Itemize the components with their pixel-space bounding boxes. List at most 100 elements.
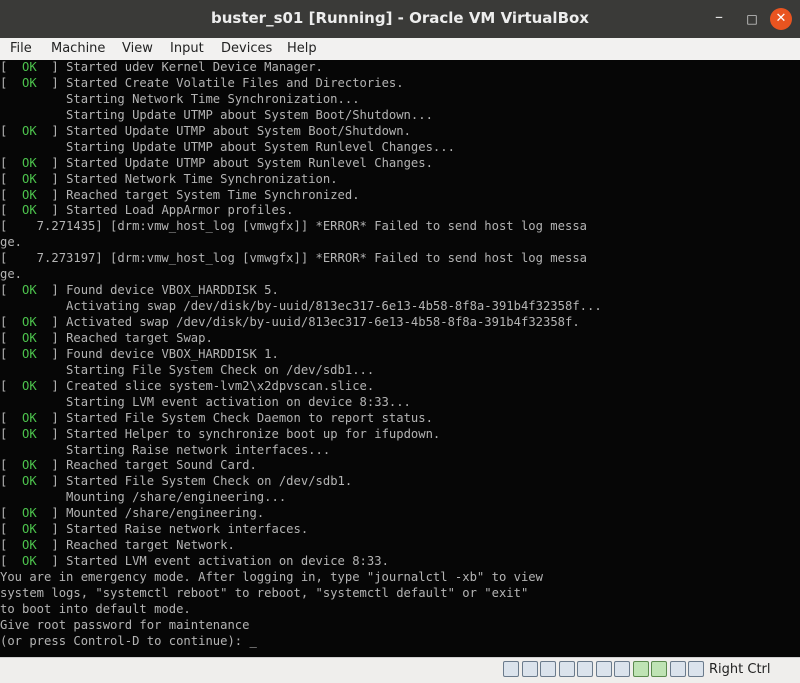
audio-icon[interactable] (540, 661, 556, 677)
console-line-text: Created slice system-lvm2\x2dpvscan.slic… (66, 378, 375, 393)
console-line-text: to boot into default mode. (0, 601, 191, 616)
console-line-text: Starting Update UTMP about System Boot/S… (0, 107, 433, 122)
console-line: [ OK ] Started Load AppArmor profiles. (0, 203, 294, 218)
console-line: [ OK ] Found device VBOX_HARDDISK 1. (0, 346, 279, 361)
console-line-text: system logs, "systemctl reboot" to reboo… (0, 585, 529, 600)
ok-status-tag: OK (7, 426, 52, 441)
ok-status-tag: OK (7, 474, 52, 489)
vm-display[interactable]: [ OK ] Started udev Kernel Device Manage… (0, 60, 800, 657)
console-line-text: Started Raise network interfaces. (66, 522, 309, 537)
optical-drive-icon[interactable] (521, 661, 538, 677)
console-line-text: Started File System Check on /dev/sdb1. (66, 474, 353, 489)
maximize-button[interactable]: □ (741, 8, 763, 30)
ok-status-tag: OK (7, 458, 52, 473)
display-icon[interactable] (614, 661, 630, 677)
console-line-text: Started File System Check Daemon to repo… (66, 410, 433, 425)
menu-input[interactable]: Input (170, 41, 204, 56)
console-line: system logs, "systemctl reboot" to reboo… (0, 586, 800, 602)
menu-file[interactable]: File (10, 41, 32, 56)
console-line-text: ge. (0, 267, 23, 282)
console-line: [ OK ] Started Update UTMP about System … (0, 155, 433, 170)
ok-status-tag: OK (7, 155, 52, 170)
console-line-text: Started LVM event activation on device 8… (66, 554, 389, 569)
console-line: [ OK ] Started Network Time Synchronizat… (0, 171, 338, 186)
console-line: Starting File System Check on /dev/sdb1.… (0, 363, 800, 379)
video-capture-icon[interactable] (632, 661, 649, 677)
console-line: Starting LVM event activation on device … (0, 395, 800, 411)
console-line: [ 7.271435] [drm:vmw_host_log [vmwgfx]] … (0, 219, 800, 235)
console-line: Give root password for maintenance (0, 618, 800, 634)
console-line: [ OK ] Reached target Network. (0, 538, 235, 553)
console-line: [ OK ] Found device VBOX_HARDDISK 5. (0, 283, 279, 298)
console-line: [ 7.273197] [drm:vmw_host_log [vmwgfx]] … (0, 251, 800, 267)
ok-status-tag: OK (7, 123, 52, 138)
console-line-text: Starting Raise network interfaces... (0, 442, 331, 457)
menu-view[interactable]: View (122, 41, 153, 56)
host-key-label[interactable]: Right Ctrl (709, 662, 771, 677)
console-line-text: Starting File System Check on /dev/sdb1.… (0, 362, 375, 377)
console-line: [ OK ] Reached target Sound Card. (0, 458, 257, 473)
ok-status-tag: OK (7, 410, 52, 425)
console-line-text: Found device VBOX_HARDDISK 1. (66, 346, 279, 361)
console-line: [ OK ] Started LVM event activation on d… (0, 554, 389, 569)
console-line-text: Reached target Network. (66, 538, 235, 553)
console-line-text: Found device VBOX_HARDDISK 5. (66, 283, 279, 298)
console-line-text: Give root password for maintenance (0, 617, 250, 632)
usb-icon[interactable] (577, 661, 593, 677)
console-line-text: Mounted /share/engineering. (66, 506, 265, 521)
console-line-text: Starting Update UTMP about System Runlev… (0, 139, 455, 154)
console-output: [ OK ] Started udev Kernel Device Manage… (0, 60, 800, 650)
shared-folders-icon[interactable] (595, 661, 612, 677)
console-line-text: Reached target Swap. (66, 330, 213, 345)
console-line-text: ge. (0, 235, 23, 250)
window-title: buster_s01 [Running] - Oracle VM Virtual… (210, 9, 589, 27)
menu-devices[interactable]: Devices (221, 41, 272, 56)
ok-status-tag: OK (7, 378, 52, 393)
network-icon[interactable] (558, 661, 575, 677)
cpu-icon[interactable] (651, 661, 667, 677)
window-titlebar[interactable]: buster_s01 [Running] - Oracle VM Virtual… (0, 0, 800, 38)
console-line: [ OK ] Started Create Volatile Files and… (0, 75, 404, 90)
console-line: Starting Update UTMP about System Runlev… (0, 140, 800, 156)
console-line-text: Started Load AppArmor profiles. (66, 203, 294, 218)
ok-status-tag: OK (7, 330, 52, 345)
console-line: [ OK ] Started Update UTMP about System … (0, 123, 411, 138)
menu-bar: File Machine View Input Devices Help (0, 38, 800, 61)
console-line: [ OK ] Reached target Swap. (0, 330, 213, 345)
ok-status-tag: OK (7, 187, 52, 202)
console-line-text: Reached target System Time Synchronized. (66, 187, 360, 202)
console-line: to boot into default mode. (0, 602, 800, 618)
console-line: [ OK ] Reached target System Time Synchr… (0, 187, 360, 202)
console-line: [ OK ] Activated swap /dev/disk/by-uuid/… (0, 315, 580, 329)
ok-status-tag: OK (7, 554, 52, 569)
console-line: [ OK ] Started Raise network interfaces. (0, 522, 309, 537)
ok-status-tag: OK (7, 283, 52, 298)
console-line: [ OK ] Started Helper to synchronize boo… (0, 426, 441, 441)
console-line-text: Started Update UTMP about System Boot/Sh… (66, 123, 411, 138)
console-line-text: Started Network Time Synchronization. (66, 171, 338, 186)
mouse-integration-icon[interactable] (669, 661, 686, 677)
console-line-text: Reached target Sound Card. (66, 458, 257, 473)
console-line-text: You are in emergency mode. After logging… (0, 570, 543, 584)
status-bar: Right Ctrl (0, 657, 800, 683)
keyboard-icon[interactable] (688, 661, 704, 677)
console-line-text: Starting LVM event activation on device … (0, 394, 411, 409)
console-line-text: Started Helper to synchronize boot up fo… (66, 426, 441, 441)
console-line: [ OK ] Started File System Check on /dev… (0, 474, 353, 489)
close-button[interactable]: ✕ (770, 8, 792, 30)
hard-disk-icon[interactable] (503, 661, 519, 677)
console-line: (or press Control-D to continue): _ (0, 634, 800, 650)
console-line-text: Activated swap /dev/disk/by-uuid/813ec31… (66, 315, 580, 329)
menu-help[interactable]: Help (287, 41, 317, 56)
console-line: Activating swap /dev/disk/by-uuid/813ec3… (0, 299, 800, 315)
console-line-text: [ 7.271435] [drm:vmw_host_log [vmwgfx]] … (0, 219, 587, 234)
console-line: [ OK ] Started udev Kernel Device Manage… (0, 60, 323, 74)
console-line-text: Started Create Volatile Files and Direct… (66, 75, 404, 90)
console-line-text: Started udev Kernel Device Manager. (66, 60, 323, 74)
console-line-text: Started Update UTMP about System Runleve… (66, 155, 433, 170)
minimize-button[interactable]: – (708, 8, 730, 30)
ok-status-tag: OK (7, 75, 52, 90)
ok-status-tag: OK (7, 538, 52, 553)
menu-machine[interactable]: Machine (51, 41, 105, 56)
console-line-text: Mounting /share/engineering... (0, 490, 287, 505)
